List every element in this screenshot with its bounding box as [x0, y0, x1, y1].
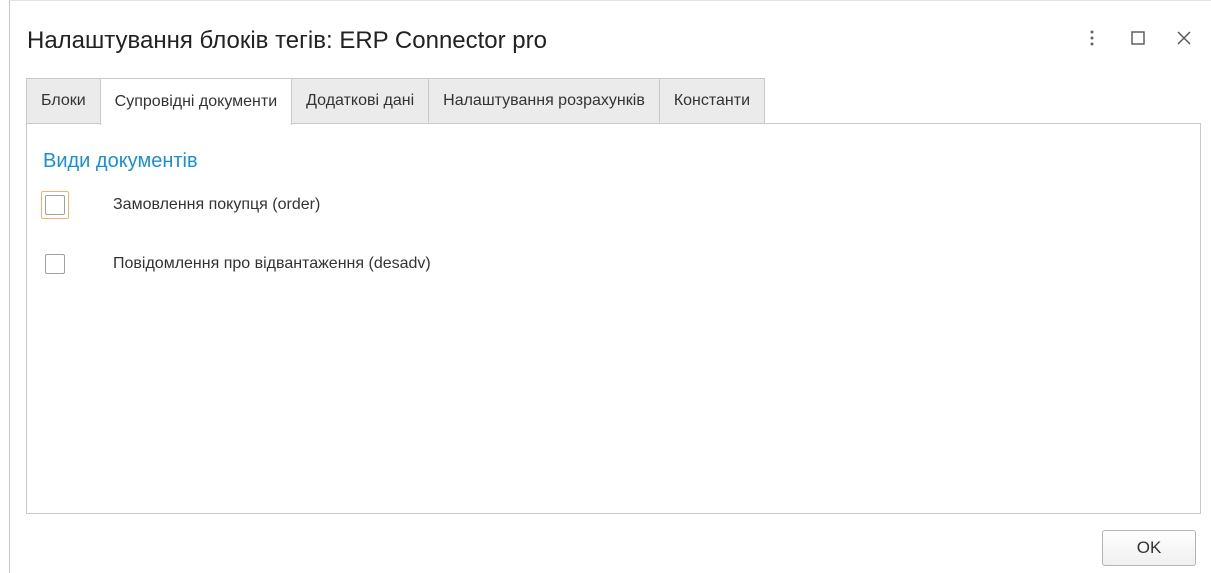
more-vertical-icon[interactable] — [1083, 29, 1101, 47]
desadv-checkbox[interactable] — [45, 254, 65, 274]
maximize-icon[interactable] — [1129, 29, 1147, 47]
tab-blocks[interactable]: Блоки — [26, 78, 101, 123]
window-controls — [1083, 29, 1193, 47]
tab-panel: Види документів Замовлення покупця (orde… — [26, 123, 1201, 514]
tab-calculation-settings[interactable]: Налаштування розрахунків — [428, 78, 660, 123]
dialog-title: Налаштування блоків тегів: ERP Connector… — [27, 27, 547, 54]
settings-dialog: Налаштування блоків тегів: ERP Connector… — [9, 0, 1211, 573]
checkbox-row-desadv[interactable]: Повідомлення про відвантаження (desadv) — [41, 250, 431, 278]
tab-bar: Блоки Супровідні документи Додаткові дан… — [26, 78, 766, 125]
order-checkbox-label[interactable]: Замовлення покупця (order) — [113, 196, 320, 214]
checkbox-row-order[interactable]: Замовлення покупця (order) — [41, 191, 320, 219]
tab-constants[interactable]: Константи — [658, 78, 766, 123]
tab-additional-data[interactable]: Додаткові дані — [291, 78, 430, 123]
section-title: Види документів — [43, 150, 198, 172]
focus-ring — [41, 191, 69, 219]
close-icon[interactable] — [1175, 29, 1193, 47]
ok-button[interactable]: OK — [1102, 530, 1196, 566]
desadv-checkbox-label[interactable]: Повідомлення про відвантаження (desadv) — [113, 255, 431, 273]
tab-supporting-documents[interactable]: Супровідні документи — [99, 78, 293, 125]
order-checkbox[interactable] — [45, 195, 65, 215]
checkbox-wrapper — [41, 250, 69, 278]
